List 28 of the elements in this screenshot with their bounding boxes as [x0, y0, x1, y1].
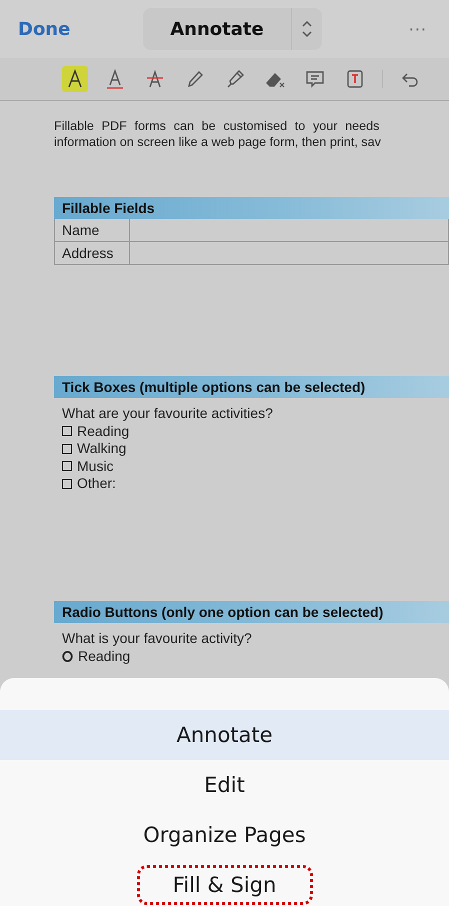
menu-item[interactable]: Annotate	[0, 710, 449, 760]
section-header: Tick Boxes (multiple options can be selected)	[54, 376, 449, 398]
question-text: What is your favourite activity?	[62, 630, 253, 648]
question-text: What are your favourite activities?	[62, 405, 274, 422]
more-button[interactable]: ···	[408, 20, 431, 38]
text-underline-icon	[104, 68, 126, 90]
menu-item[interactable]: Fill & Sign	[136, 865, 312, 905]
tool-button[interactable]	[62, 66, 88, 92]
option-label: Other:	[77, 475, 116, 492]
checkbox[interactable]	[62, 478, 72, 489]
checkbox[interactable]	[62, 426, 72, 436]
checkbox[interactable]	[62, 444, 72, 454]
radio-button[interactable]	[62, 650, 73, 662]
text-strikethrough-icon	[144, 68, 166, 90]
option-label: Reading	[77, 422, 130, 440]
done-button[interactable]: Done	[18, 18, 143, 40]
menu-item[interactable]: Edit	[0, 760, 449, 810]
intro-text: information on screen like a web page form, then print, sav	[54, 134, 382, 150]
mode-selector[interactable]: Annotate	[143, 8, 322, 50]
option-label: Walking	[77, 440, 126, 458]
checkbox[interactable]	[62, 461, 72, 472]
section-header: Radio Buttons (only one option can be selected)	[54, 601, 449, 623]
chevron-up-down-icon	[302, 20, 312, 38]
section-header: Fillable Fields	[54, 197, 449, 219]
option-label: Music	[77, 458, 114, 475]
intro-text: Fillable PDF forms can be customised to your needs	[54, 118, 380, 134]
option-label: Reading	[78, 648, 130, 665]
menu-item[interactable]: Organize Pages	[0, 810, 449, 860]
